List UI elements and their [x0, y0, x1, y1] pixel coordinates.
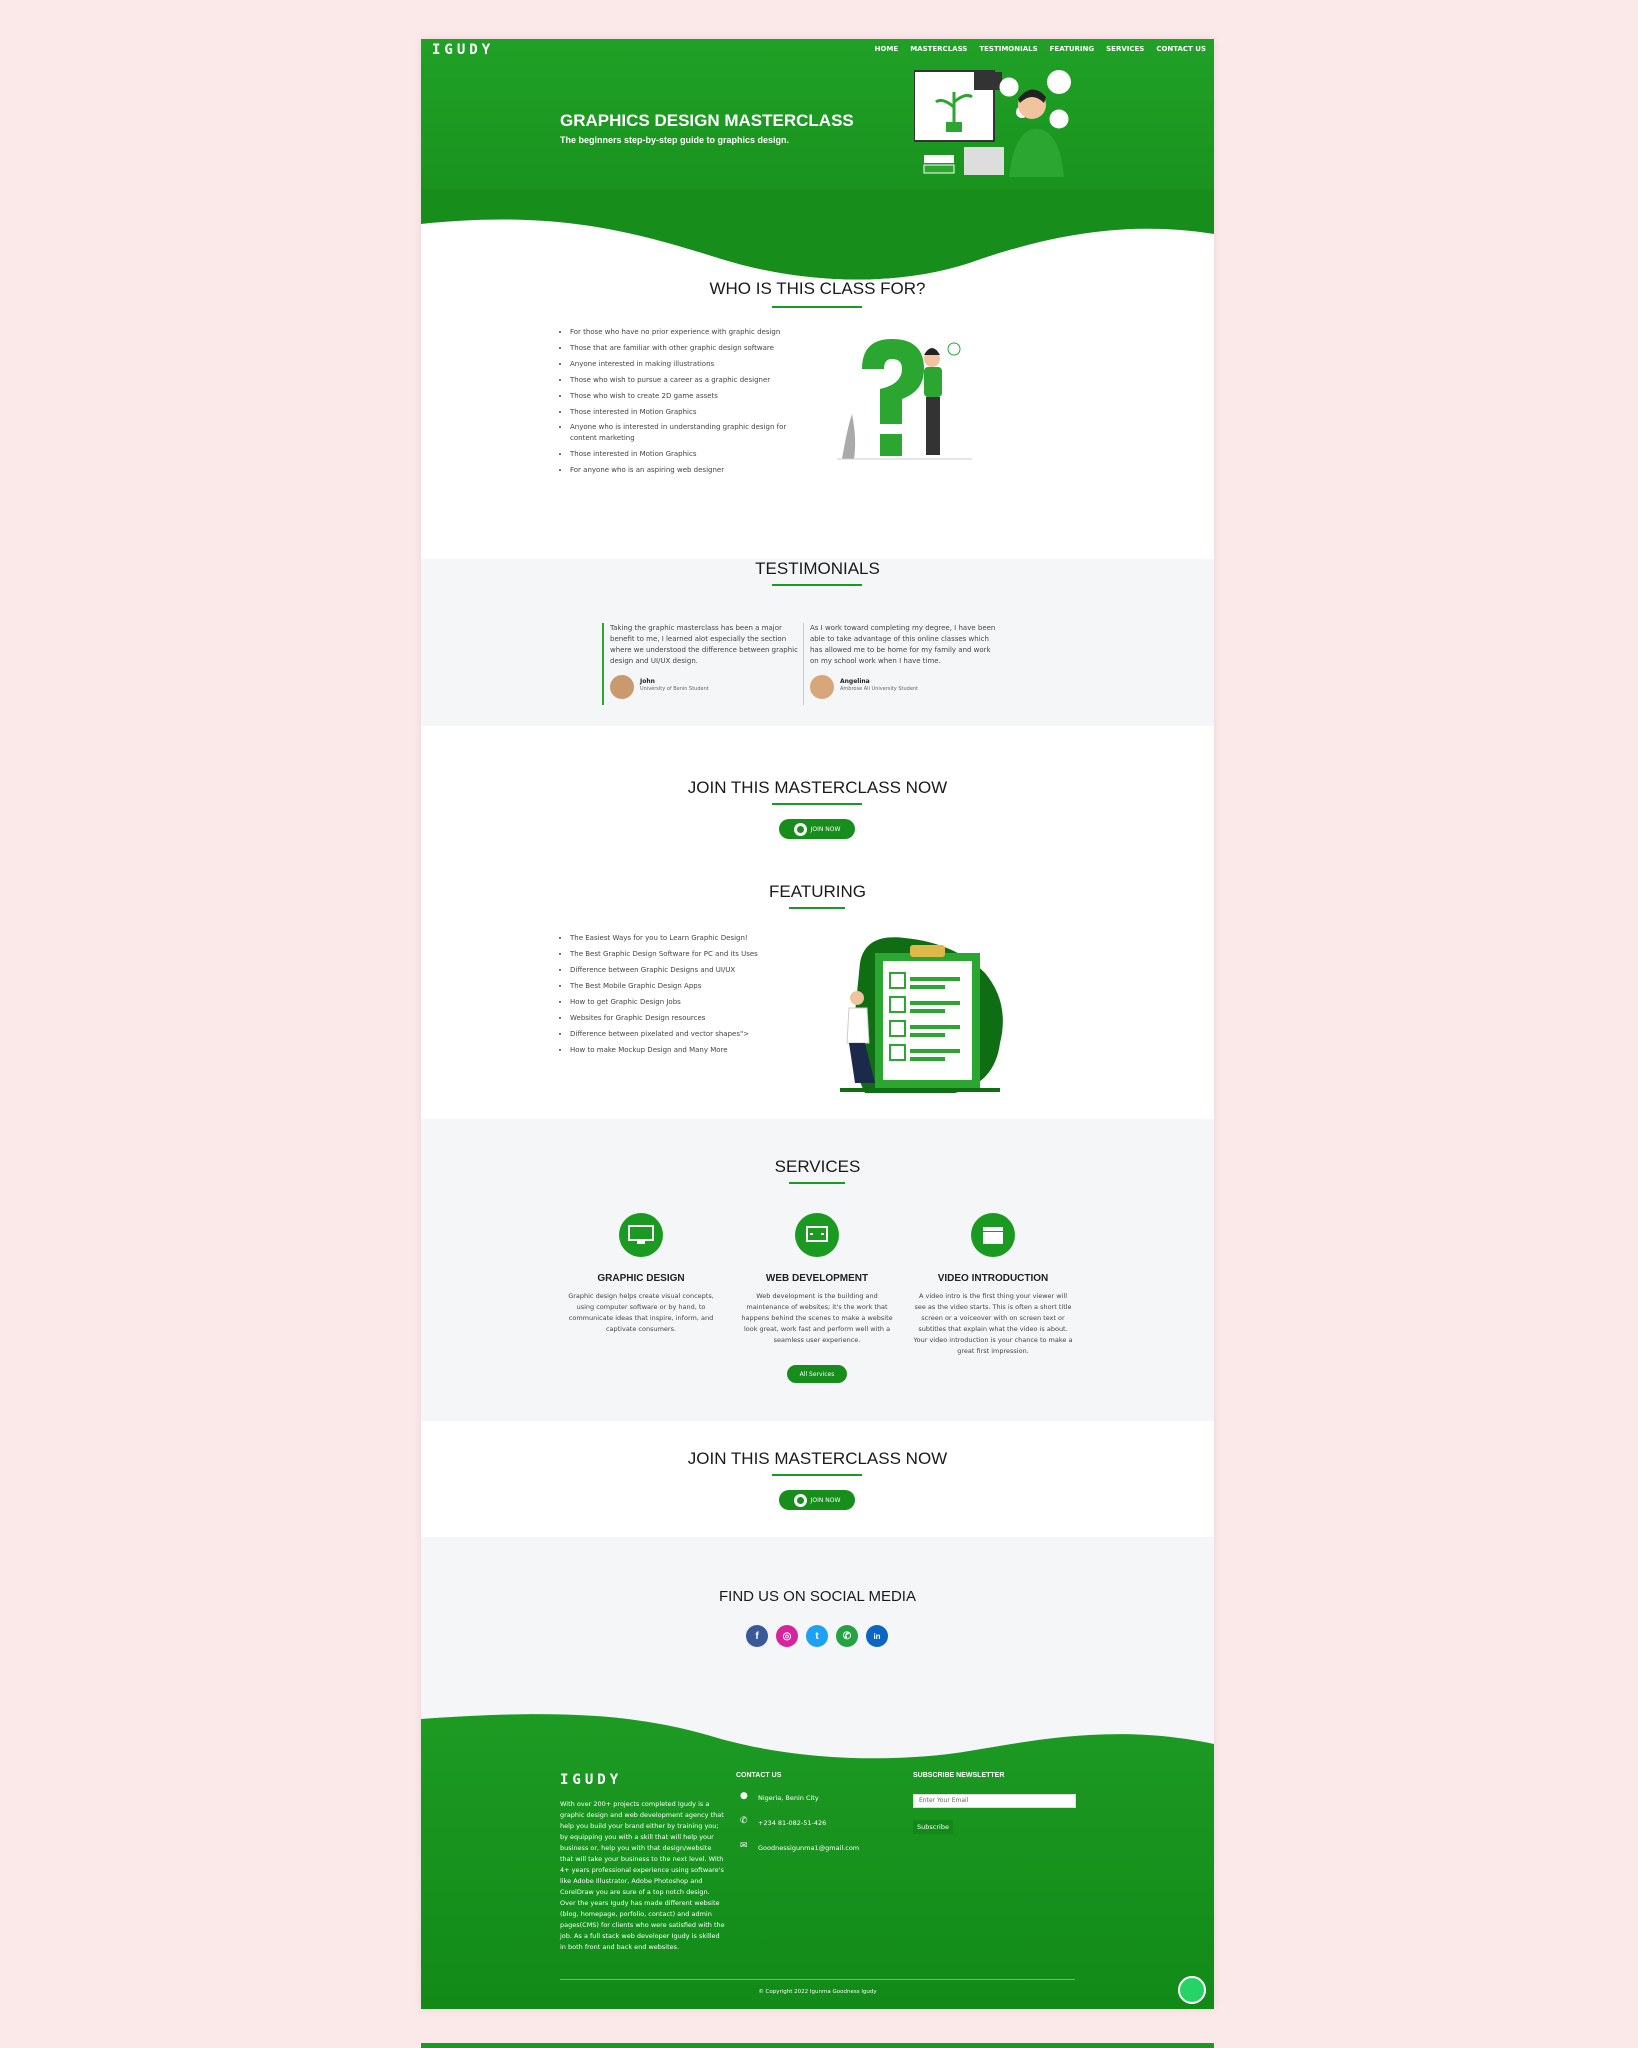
service-title: GRAPHIC DESIGN — [597, 1273, 685, 1284]
facebook-icon[interactable]: f — [746, 1625, 768, 1647]
whatsapp-icon — [793, 1493, 807, 1507]
list-item: The Best Graphic Design Software for PC … — [570, 946, 810, 962]
contact-heading: CONTACT US — [736, 1772, 782, 1779]
service-text: Web development is the building and main… — [741, 1292, 893, 1344]
featuring-list: The Easiest Ways for you to Learn Graphi… — [560, 930, 810, 1058]
title-underline — [789, 1182, 845, 1184]
service-title: WEB DEVELOPMENT — [765, 1273, 869, 1284]
main-nav: HOME MASTERCLASS TESTIMONIALS FEATURING … — [875, 45, 1206, 53]
newsletter-email-input[interactable]: Enter Your Email — [913, 1794, 1076, 1808]
next-page-peek — [421, 2043, 1214, 2048]
join-title: JOIN THIS MASTERCLASS NOW — [687, 1449, 948, 1468]
twitter-icon[interactable]: t — [806, 1625, 828, 1647]
footer-wave — [421, 1699, 1214, 1759]
phone-icon: ✆ — [740, 1816, 748, 1826]
checklist-illustration — [840, 937, 1003, 1093]
footer-divider — [560, 1979, 1075, 1980]
contact-location: Nigeria, Benin City — [758, 1794, 819, 1802]
location-icon: ● — [740, 1791, 748, 1801]
join-now-button[interactable]: JOIN NOW — [779, 819, 855, 839]
nav-masterclass[interactable]: MASTERCLASS — [910, 45, 967, 53]
list-item: How to get Graphic Design Jobs — [570, 994, 810, 1010]
web-icon — [795, 1213, 839, 1257]
newsletter-heading: SUBSCRIBE NEWSLETTER — [913, 1772, 1005, 1779]
list-item: The Easiest Ways for you to Learn Graphi… — [570, 930, 810, 946]
clapperboard-icon — [971, 1213, 1015, 1257]
title-underline — [772, 306, 862, 308]
all-services-button[interactable]: All Services — [787, 1365, 847, 1383]
nav-contact[interactable]: CONTACT US — [1156, 45, 1206, 53]
whatsapp-icon — [793, 822, 807, 836]
copyright: © Copyright 2022 Igunma Goodness Igudy — [758, 1989, 877, 1995]
footer-logo[interactable]: IGUDY — [560, 1772, 622, 1788]
footer-about: With over 200+ projects completed Igudy … — [560, 1800, 725, 1951]
join-now-label: JOIN NOW — [810, 1496, 841, 1504]
contact-email[interactable]: Goodnessigunma1@gmail.com — [758, 1844, 859, 1852]
testimonial-text: Taking the graphic masterclass has been … — [610, 624, 798, 665]
service-title: VIDEO INTRODUCTION — [937, 1273, 1049, 1284]
list-item: For those who have no prior experience w… — [570, 324, 810, 340]
instagram-icon[interactable]: ◎ — [776, 1625, 798, 1647]
list-item: Anyone interested in making illustration… — [570, 356, 810, 372]
testimonial-text: As I work toward completing my degree, I… — [810, 624, 996, 665]
monitor-icon — [619, 1213, 663, 1257]
avatar — [810, 675, 834, 699]
nav-home[interactable]: HOME — [875, 45, 899, 53]
testimonials-title: TESTIMONIALS — [755, 559, 880, 578]
brand-logo[interactable]: IGUDY — [432, 42, 494, 58]
join-title: JOIN THIS MASTERCLASS NOW — [687, 778, 948, 797]
whatsapp-icon[interactable]: ✆ — [836, 1625, 858, 1647]
list-item: Anyone who is interested in understandin… — [570, 420, 810, 446]
contact-phone[interactable]: +234 81-082-51-426 — [758, 1819, 826, 1827]
nav-services[interactable]: SERVICES — [1106, 45, 1144, 53]
hero-illustration — [914, 70, 1071, 177]
list-item: Those who wish to pursue a career as a g… — [570, 372, 810, 388]
hero-title: GRAPHICS DESIGN MASTERCLASS — [560, 111, 854, 130]
list-item: Websites for Graphic Design resources — [570, 1010, 810, 1026]
subscribe-button[interactable]: Subscribe — [913, 1820, 953, 1834]
title-underline — [772, 803, 862, 805]
join-now-label: JOIN NOW — [810, 825, 841, 833]
list-item: How to make Mockup Design and Many More — [570, 1042, 810, 1058]
question-illustration — [837, 339, 972, 460]
who-title: WHO IS THIS CLASS FOR? — [709, 279, 926, 298]
mail-icon: ✉ — [740, 1841, 748, 1851]
list-item: The Best Mobile Graphic Design Apps — [570, 978, 810, 994]
testimonial-role: University of Benin Student — [640, 686, 709, 692]
service-text: Graphic design helps create visual conce… — [568, 1292, 714, 1333]
who-list: For those who have no prior experience w… — [560, 324, 810, 478]
page: IGUDY HOME MASTERCLASS TESTIMONIALS FEAT… — [421, 39, 1214, 2009]
list-item: Those that are familiar with other graph… — [570, 340, 810, 356]
services-title: SERVICES — [774, 1157, 861, 1176]
list-item: Those who wish to create 2D game assets — [570, 388, 810, 404]
title-underline — [772, 1474, 862, 1476]
testimonial-name: Angelina — [840, 678, 870, 685]
hero-wave — [421, 189, 1214, 289]
list-item: Difference between Graphic Designs and U… — [570, 962, 810, 978]
avatar — [610, 675, 634, 699]
featuring-title: FEATURING — [769, 882, 866, 901]
nav-featuring[interactable]: FEATURING — [1050, 45, 1095, 53]
hero-subtitle: The beginners step-by-step guide to grap… — [560, 135, 790, 145]
nav-testimonials[interactable]: TESTIMONIALS — [979, 45, 1037, 53]
list-item: For anyone who is an aspiring web design… — [570, 462, 810, 478]
list-item: Difference between pixelated and vector … — [570, 1026, 810, 1042]
testimonial-name: John — [640, 678, 655, 685]
service-text: A video intro is the first thing your vi… — [913, 1292, 1073, 1355]
linkedin-icon[interactable]: in — [866, 1625, 888, 1647]
whatsapp-float-icon[interactable] — [1178, 1976, 1206, 2004]
title-underline — [772, 584, 862, 586]
join-now-button[interactable]: JOIN NOW — [779, 1490, 855, 1510]
social-title: FIND US ON SOCIAL MEDIA — [719, 1588, 916, 1605]
list-item: Those interested in Motion Graphics — [570, 446, 810, 462]
title-underline — [789, 907, 845, 909]
list-item: Those interested in Motion Graphics — [570, 404, 810, 420]
testimonial-role: Ambrose Ali University Student — [840, 686, 919, 692]
